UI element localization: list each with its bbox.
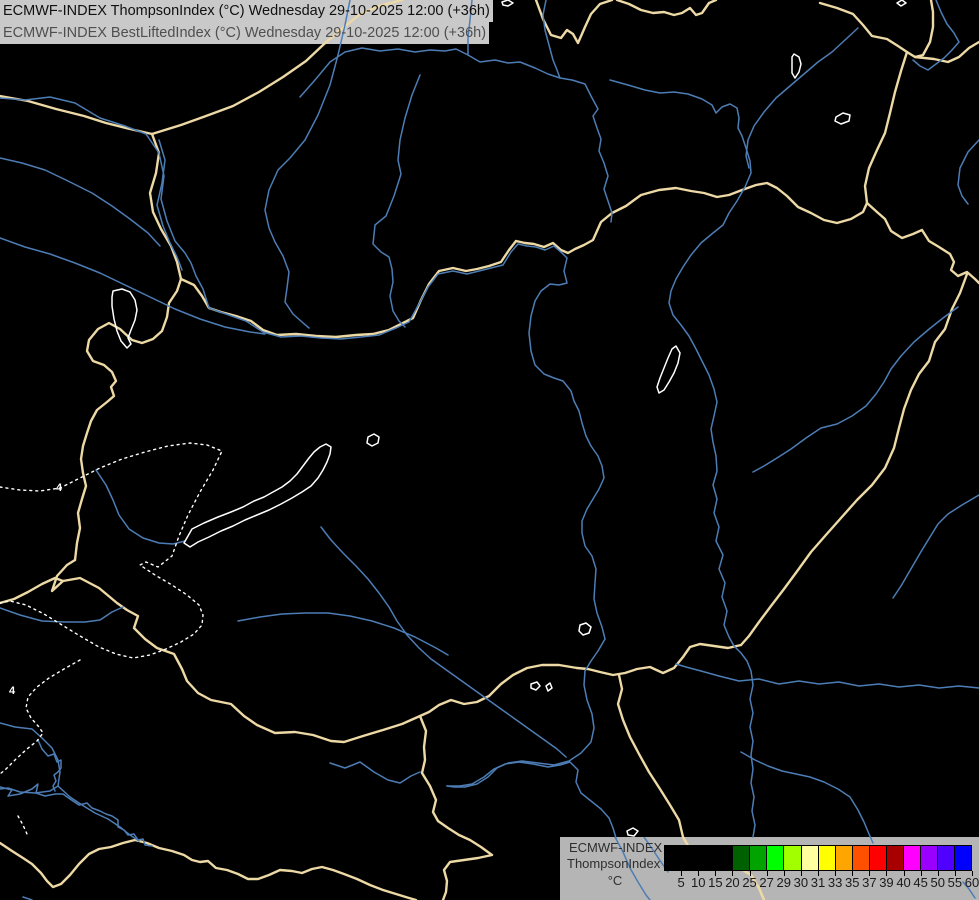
colorbar-tick-label: 31: [810, 875, 826, 890]
colorbar-tick-label: 27: [759, 875, 774, 890]
colorbar-cell: [750, 846, 768, 870]
colorbar-tick-label: 45: [913, 875, 928, 890]
lake-small: [626, 827, 639, 837]
border-line: [0, 838, 418, 900]
river-line: [892, 494, 979, 599]
colorbar-cell: [852, 846, 870, 870]
border-line: [863, 50, 909, 205]
colorbar-tick-label: 39: [879, 875, 894, 890]
legend-product-label: ECMWF-INDEX: [569, 840, 663, 855]
colorbar-cell: [801, 846, 819, 870]
colorbar-tick-label: 30: [793, 875, 809, 890]
lake-small: [656, 345, 681, 394]
weather-map-page: { "header": { "title_line1": "ECMWF-INDE…: [0, 0, 979, 900]
lake-small: [791, 53, 802, 79]
river-line: [264, 0, 351, 329]
legend-parameter-label: ThompsonIndex: [567, 856, 661, 871]
colorbar-cell: [955, 846, 972, 870]
legend-unit-label: °C: [607, 873, 623, 888]
colorbar-cell: [665, 846, 683, 870]
border-line: [50, 558, 579, 744]
river-line: [95, 469, 186, 545]
river-line: [542, 0, 561, 79]
river-line: [372, 74, 421, 328]
river-line: [752, 306, 959, 473]
colorbar-tick-label: 25: [742, 875, 757, 890]
legend-panel: ECMWF-INDEX ThompsonIndex °C 5 10 15 20 25 27…: [560, 837, 979, 900]
colorbar-tick-label: 20: [725, 875, 740, 890]
river-line: [237, 612, 449, 656]
colorbar-tick-label: 37: [862, 875, 877, 890]
river-line: [0, 722, 61, 794]
lake-balaton: [183, 443, 332, 548]
colorbar-tick-label: 15: [708, 875, 723, 890]
colorbar-cell: [716, 846, 734, 870]
lake-small: [896, 0, 907, 7]
colorbar-cell: [682, 846, 700, 870]
river-line: [37, 739, 62, 792]
colorbar-tick-label: 50: [930, 875, 945, 890]
colorbar-tick-label: 40: [896, 875, 911, 890]
colorbar-tick-label: 35: [844, 875, 860, 890]
title-line-1: ECMWF-INDEX ThompsonIndex (°C) Wednesday…: [3, 3, 490, 19]
colorbar-tick-label: 60: [964, 875, 979, 890]
river-line: [957, 139, 979, 205]
river-line: [299, 47, 613, 223]
river-line: [675, 663, 979, 689]
border-line: [865, 201, 979, 285]
contour-value-label: 4: [9, 685, 16, 697]
lake-small: [530, 681, 541, 691]
lake-small: [545, 682, 553, 692]
river-line: [0, 783, 153, 847]
lake-small: [834, 112, 851, 125]
river-line: [446, 761, 617, 839]
lake-small: [578, 622, 592, 636]
colorbar-cell: [699, 846, 717, 870]
colorbar-cell: [903, 846, 921, 870]
contour-lines-group: [0, 442, 223, 835]
colorbar-tick-label: 55: [947, 875, 963, 890]
border-line: [615, 0, 718, 17]
border-line: [575, 642, 743, 677]
colorbar-cell: [835, 846, 853, 870]
border-line: [73, 277, 183, 562]
colorbar-cell: [784, 846, 802, 870]
colorbar-cell: [733, 846, 751, 870]
colorbar-cell: [938, 846, 956, 870]
contour-value-label: 4: [56, 482, 63, 494]
lake-small: [501, 0, 514, 7]
lakes-group: [111, 0, 907, 837]
lake-small: [366, 433, 380, 447]
colorbar-tick-label: 33: [827, 875, 843, 890]
colorbar-tick-label: 5: [677, 875, 685, 890]
weather-map-canvas: [0, 0, 979, 900]
river-line: [0, 96, 606, 788]
colorbar-cell: [767, 846, 785, 870]
rivers-group: [0, 0, 979, 900]
colorbar-cell: [818, 846, 836, 870]
colorbar-cell: [886, 846, 904, 870]
colorbar-cell: [920, 846, 938, 870]
river-line: [0, 157, 161, 247]
river-line: [745, 27, 859, 169]
river-line: [740, 751, 874, 844]
colorbar: [664, 845, 972, 871]
title-line-2: ECMWF-INDEX BestLiftedIndex (°C) Wednesd…: [3, 25, 487, 41]
colorbar-tick-label: 29: [776, 875, 791, 890]
colorbar-cell: [869, 846, 887, 870]
border-line: [418, 714, 494, 900]
contour-line: [0, 659, 81, 775]
river-line: [0, 237, 266, 335]
river-line: [0, 606, 124, 623]
river-line: [320, 526, 567, 758]
contour-line: [0, 442, 223, 659]
colorbar-tick-label: 10: [690, 875, 706, 890]
river-line: [329, 761, 421, 784]
contour-line: [17, 815, 28, 835]
